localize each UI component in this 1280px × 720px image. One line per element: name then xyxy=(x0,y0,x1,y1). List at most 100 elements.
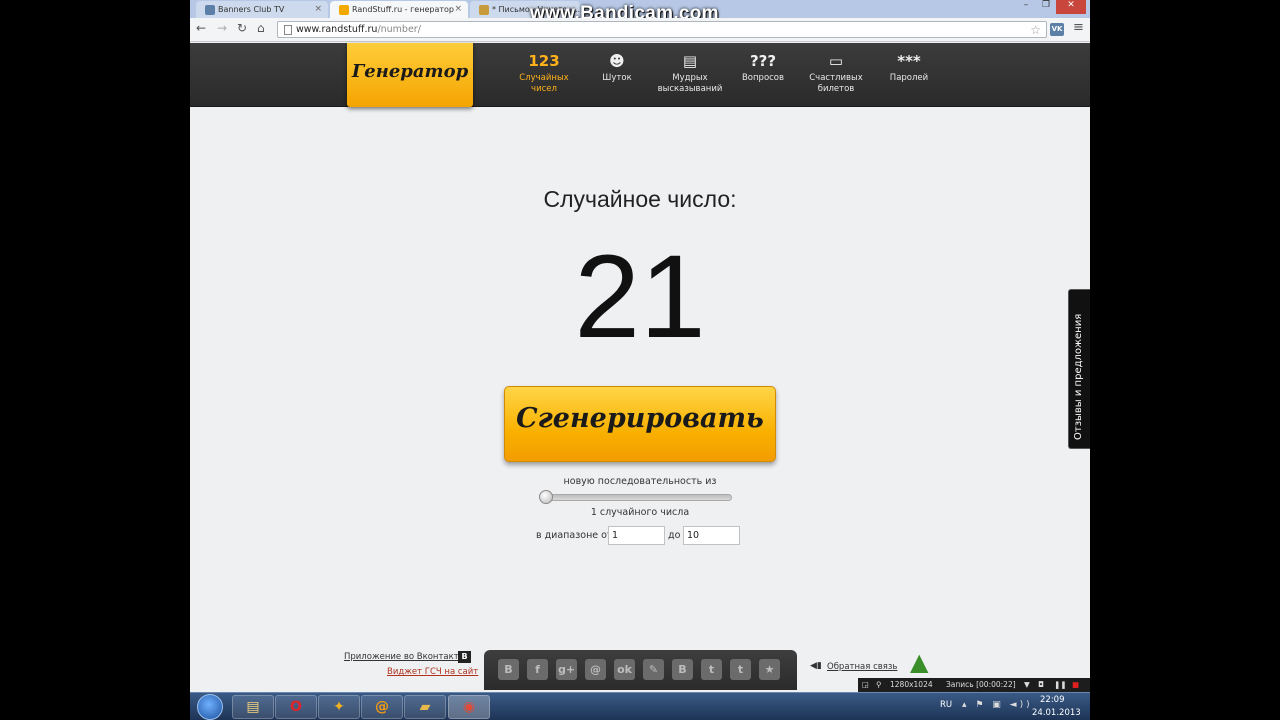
back-icon[interactable]: ← xyxy=(196,21,206,35)
site-header: Генератор 123 Случайных чисел ☻ Шуток ▤ … xyxy=(190,43,1090,107)
vk-extension-icon[interactable]: VK xyxy=(1050,23,1064,36)
nav-quotes[interactable]: ▤ Мудрых высказываний xyxy=(655,51,725,95)
close-window-icon[interactable]: ✕ xyxy=(1056,0,1086,14)
nav-label: Случайных xyxy=(519,73,569,83)
racing-game-taskbar-icon[interactable]: ▰ xyxy=(404,695,446,719)
game-taskbar-icon[interactable]: ✦ xyxy=(318,695,360,719)
tab-label: Banners Club TV xyxy=(218,5,285,14)
range-to-label: до xyxy=(668,530,681,541)
url-path: /number/ xyxy=(377,24,421,35)
site-logo[interactable]: Генератор xyxy=(347,43,473,107)
mail-favicon-icon xyxy=(479,5,489,15)
christmas-tree-icon: ▲ xyxy=(910,648,929,676)
facebook-share-icon[interactable]: f xyxy=(527,659,548,680)
nav-random-numbers[interactable]: 123 Случайных чисел xyxy=(509,51,579,95)
mail-agent-taskbar-icon[interactable]: @ xyxy=(361,695,403,719)
nav-label: Шуток xyxy=(602,73,632,83)
range-from-label: в диапазоне от xyxy=(536,530,613,541)
recording-resolution: 1280x1024 xyxy=(890,680,933,689)
recording-timer: Запись [00:00:22] xyxy=(946,680,1016,689)
browser-toolbar: ← → ↻ ⌂ www.randstuff.ru/number/ ☆ VK ≡ xyxy=(190,18,1090,42)
result-title: Случайное число: xyxy=(543,186,737,212)
camera-icon[interactable]: ◘ xyxy=(1038,680,1044,689)
bandicam-crop-icon[interactable]: ◲ xyxy=(862,680,869,689)
maximize-icon[interactable]: ❐ xyxy=(1036,0,1056,14)
nav-label: Счастливых xyxy=(809,73,863,83)
randstuff-favicon-icon xyxy=(339,5,349,15)
nav-passwords[interactable]: *** Паролей xyxy=(874,51,944,84)
smiley-icon: ☻ xyxy=(609,52,625,70)
close-tab-icon[interactable]: × xyxy=(454,4,462,14)
count-slider-track[interactable] xyxy=(541,494,732,501)
nav-questions[interactable]: ??? Вопросов xyxy=(728,51,798,84)
bookmark-star-icon[interactable]: ☆ xyxy=(1030,23,1041,37)
favorite-share-icon[interactable]: ★ xyxy=(759,659,780,680)
blogger-share-icon[interactable]: B xyxy=(672,659,693,680)
tab-strip: Banners Club TV × RandStuff.ru - генерат… xyxy=(190,0,1090,24)
nav-label: чисел xyxy=(531,84,557,94)
stop-record-icon[interactable]: ■ xyxy=(1072,680,1079,689)
odnoklassniki-share-icon[interactable]: ok xyxy=(614,659,635,680)
widget-link[interactable]: Виджет ГСЧ на сайт xyxy=(387,667,478,677)
menu-icon[interactable]: ≡ xyxy=(1073,20,1084,35)
generate-button[interactable]: Сгенерировать xyxy=(504,386,776,462)
count-slider-handle[interactable] xyxy=(539,490,553,504)
dropdown-icon[interactable]: ▼ xyxy=(1024,680,1030,689)
home-icon[interactable]: ⌂ xyxy=(257,21,265,35)
browser-window: Banners Club TV × RandStuff.ru - генерат… xyxy=(190,0,1090,720)
range-to-input[interactable]: 10 xyxy=(683,526,740,545)
clock-date[interactable]: 24.01.2013 xyxy=(1032,708,1081,718)
minimize-icon[interactable]: – xyxy=(1016,0,1036,14)
twitter-share-icon[interactable]: t xyxy=(701,659,722,680)
vk-icon[interactable]: B xyxy=(458,651,471,663)
vk-favicon-icon xyxy=(205,5,215,15)
megaphone-icon: ◀▮ xyxy=(810,661,822,671)
tab-label: RandStuff.ru - генератор xyxy=(352,5,454,14)
start-button[interactable] xyxy=(197,694,223,720)
address-bar[interactable]: www.randstuff.ru/number/ ☆ xyxy=(277,21,1047,38)
forward-icon[interactable]: → xyxy=(217,21,227,35)
nav-label: Мудрых xyxy=(672,73,708,83)
opera-taskbar-icon[interactable]: O xyxy=(275,695,317,719)
random-number-result: 21 xyxy=(574,231,706,363)
range-from-input[interactable]: 1 xyxy=(608,526,665,545)
nav-label: билетов xyxy=(817,84,855,94)
vk-app-link[interactable]: Приложение во Вконтакте xyxy=(344,652,464,662)
share-bar: B f g+ @ ok ✎ B t t ★ xyxy=(484,650,797,690)
bandicam-status-bar: ◲ ⚲ 1280x1024 Запись [00:00:22] ▼ ◘ ❚❚ ■ xyxy=(858,678,1090,692)
nav-lucky-tickets[interactable]: ▭ Счастливых билетов xyxy=(801,51,871,95)
url-host: www.randstuff.ru xyxy=(296,24,378,35)
tab-randstuff[interactable]: RandStuff.ru - генератор × xyxy=(330,1,468,18)
question-marks-icon: ??? xyxy=(749,52,777,70)
vk-share-icon[interactable]: B xyxy=(498,659,519,680)
page-icon xyxy=(284,25,292,35)
zoom-icon[interactable]: ⚲ xyxy=(876,680,882,689)
scroll-icon: ▤ xyxy=(682,52,698,70)
nav-label: Паролей xyxy=(889,73,929,83)
numbers-icon: 123 xyxy=(528,52,560,70)
close-tab-icon[interactable]: × xyxy=(314,4,322,14)
pause-icon[interactable]: ❚❚ xyxy=(1054,680,1067,689)
reload-icon[interactable]: ↻ xyxy=(237,21,247,35)
livejournal-share-icon[interactable]: ✎ xyxy=(643,659,664,680)
windows-taskbar: ▤ O ✦ @ ▰ ◉ xyxy=(190,692,1090,720)
tray-icons[interactable]: ▴ ⚑ ▣ ◄)) xyxy=(962,700,1033,710)
nav-jokes[interactable]: ☻ Шуток xyxy=(582,51,652,84)
language-indicator[interactable]: RU xyxy=(940,700,952,710)
feedback-link[interactable]: Обратная связь xyxy=(827,662,897,672)
mail-share-icon[interactable]: @ xyxy=(585,659,606,680)
feedback-side-label: Отзывы и предложения xyxy=(1073,313,1084,440)
tab-banners-club[interactable]: Banners Club TV × xyxy=(196,1,328,18)
clock-time[interactable]: 22:09 xyxy=(1040,695,1065,705)
nav-label: высказываний xyxy=(657,84,723,94)
explorer-taskbar-icon[interactable]: ▤ xyxy=(232,695,274,719)
password-stars-icon: *** xyxy=(897,52,921,70)
tumblr-share-icon[interactable]: t xyxy=(730,659,751,680)
count-label: 1 случайного числа xyxy=(590,507,690,518)
ticket-icon: ▭ xyxy=(828,52,844,70)
feedback-side-tab[interactable]: Отзывы и предложения xyxy=(1068,289,1090,449)
sequence-label: новую последовательность из xyxy=(563,476,717,487)
google-plus-share-icon[interactable]: g+ xyxy=(556,659,577,680)
nav-label: Вопросов xyxy=(741,73,785,83)
chrome-taskbar-icon[interactable]: ◉ xyxy=(448,695,490,719)
